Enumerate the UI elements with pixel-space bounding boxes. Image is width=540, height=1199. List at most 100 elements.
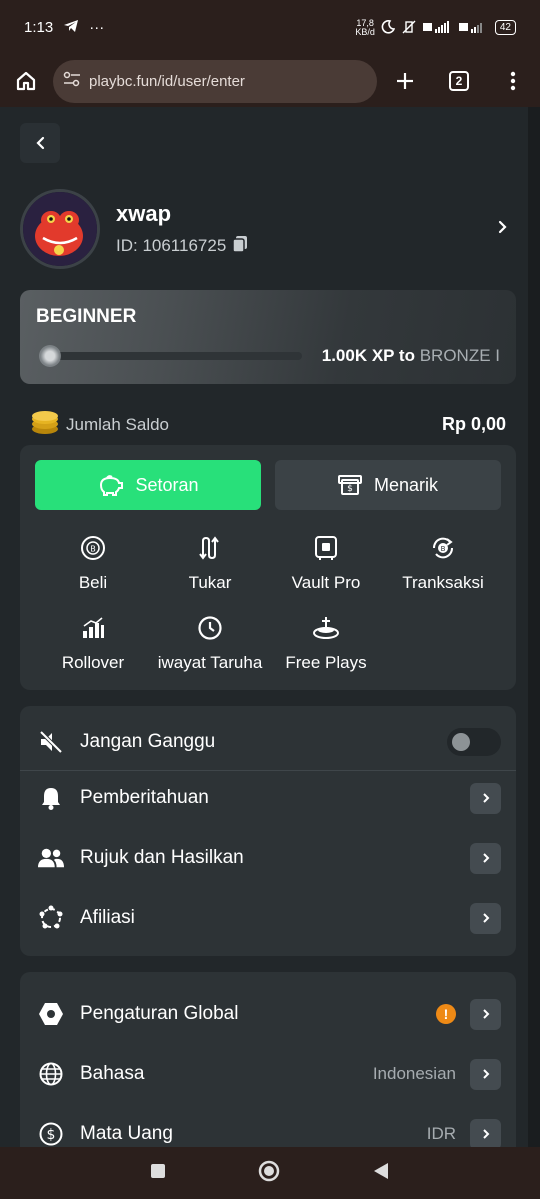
deposit-label: Setoran xyxy=(135,474,199,495)
row-label: Rujuk dan Hasilkan xyxy=(80,847,244,868)
settings-row-global-settings[interactable]: Pengaturan Global ! xyxy=(20,984,516,1044)
chevron-right-icon[interactable] xyxy=(470,902,501,934)
telegram-icon xyxy=(63,19,79,37)
chevron-right-icon[interactable] xyxy=(470,1058,501,1090)
chevron-right-icon[interactable] xyxy=(470,782,501,814)
grid-item-tukar[interactable]: Tukar xyxy=(152,533,268,593)
settings-row-referral[interactable]: Rujuk dan Hasilkan xyxy=(20,828,516,888)
status-time: 1:13 xyxy=(24,19,54,36)
globe-icon xyxy=(39,1062,63,1086)
xp-to-next-level: 1.00K XP to BRONZE I xyxy=(321,346,500,365)
currency-value: IDR xyxy=(426,1124,456,1143)
settings-row-affiliate[interactable]: Afiliasi xyxy=(20,888,516,948)
mute-icon xyxy=(39,730,63,754)
deposit-button[interactable]: Setoran xyxy=(35,460,261,510)
triangle-back-icon xyxy=(374,1162,388,1179)
xp-progress-knob xyxy=(39,345,62,367)
hex-settings-icon xyxy=(39,1003,63,1025)
back-button[interactable] xyxy=(20,123,60,163)
gold-coins-icon xyxy=(30,409,60,440)
back-nav-button[interactable] xyxy=(372,1162,390,1185)
affiliate-icon xyxy=(39,905,63,929)
svg-text:$: $ xyxy=(47,1127,56,1143)
wallet-out-icon: $ xyxy=(337,475,362,495)
chevron-left-icon xyxy=(36,136,45,150)
circle-home-icon xyxy=(258,1160,280,1181)
grid-item-vault-pro[interactable]: Vault Pro xyxy=(268,533,384,593)
grid-item-free-plays[interactable]: Free Plays xyxy=(268,613,384,673)
bell-icon xyxy=(42,788,60,810)
settings-group-global: Pengaturan Global ! Bahasa Indonesian $ … xyxy=(20,972,516,1147)
signal-icon xyxy=(458,20,489,36)
row-label: Pemberitahuan xyxy=(80,787,209,808)
language-value: Indonesian xyxy=(372,1064,456,1083)
grid-item-riwayat-taruhan[interactable]: iwayat Taruha xyxy=(152,613,268,673)
browser-menu-button[interactable] xyxy=(486,55,540,107)
chevron-right-icon[interactable] xyxy=(470,998,501,1030)
svg-text:B: B xyxy=(90,545,96,554)
recents-button[interactable] xyxy=(150,1163,166,1184)
grid-item-beli[interactable]: B Beli xyxy=(35,533,151,593)
bitcoin-coin-icon: B xyxy=(81,536,105,560)
warning-icon: ! xyxy=(436,1004,456,1024)
app-content: xwap ID: 106116725 BEGINNER 1.00K XP to … xyxy=(0,107,540,1147)
system-navigation-bar xyxy=(0,1147,540,1199)
chevron-right-icon[interactable] xyxy=(470,842,501,874)
site-settings-icon[interactable] xyxy=(63,71,81,91)
withdraw-button[interactable]: $ Menarik xyxy=(275,460,501,510)
avatar[interactable] xyxy=(20,189,100,269)
settings-row-notifications[interactable]: Pemberitahuan xyxy=(20,768,516,828)
settings-row-currency[interactable]: $ Mata Uang IDR xyxy=(20,1104,516,1147)
square-icon xyxy=(151,1163,165,1178)
moon-icon xyxy=(381,19,396,36)
signal-volte-icon xyxy=(422,20,453,36)
home-icon xyxy=(16,71,36,91)
do-not-disturb-toggle[interactable] xyxy=(447,728,501,756)
row-label: Bahasa xyxy=(80,1063,145,1084)
swap-arrows-icon xyxy=(199,536,219,560)
grid-item-transaksi[interactable]: B Tranksaksi xyxy=(385,533,501,593)
grid-item-label: Tukar xyxy=(188,573,232,592)
grid-item-label: iwayat Taruha xyxy=(157,653,263,672)
home-nav-button[interactable] xyxy=(258,1160,280,1187)
chevron-right-icon[interactable] xyxy=(470,1118,501,1147)
row-label: Jangan Ganggu xyxy=(80,731,216,752)
row-label: Pengaturan Global xyxy=(80,1003,239,1024)
home-button[interactable] xyxy=(0,55,52,107)
more-notifications-icon: ··· xyxy=(89,19,105,36)
users-icon xyxy=(38,848,64,868)
status-bar: 1:13 ··· 17,8 KB/d 42 xyxy=(0,0,540,55)
plus-icon xyxy=(397,73,413,89)
vip-level-card[interactable]: BEGINNER 1.00K XP to BRONZE I xyxy=(20,290,516,384)
chevron-right-icon[interactable] xyxy=(498,220,508,239)
browser-toolbar: playbc.fun/id/user/enter 2 xyxy=(0,55,540,107)
row-label: Mata Uang xyxy=(80,1123,173,1144)
next-level: BRONZE I xyxy=(419,346,500,365)
tab-switcher-button[interactable]: 2 xyxy=(432,55,486,107)
network-speed: 17,8 KB/d xyxy=(355,17,375,37)
level-name: BEGINNER xyxy=(36,306,137,327)
new-tab-button[interactable] xyxy=(378,55,432,107)
grid-item-label: Free Plays xyxy=(285,653,367,672)
clock-icon xyxy=(198,616,222,640)
grid-item-rollover[interactable]: Rollover xyxy=(35,613,151,673)
profile-header[interactable]: xwap ID: 106116725 xyxy=(20,189,516,269)
grid-item-label: Rollover xyxy=(61,653,125,672)
username: xwap xyxy=(116,200,172,226)
balance-value: Rp 0,00 xyxy=(441,414,506,434)
copy-icon[interactable] xyxy=(232,235,248,258)
page-edge xyxy=(528,107,540,1147)
grid-item-label: Vault Pro xyxy=(291,573,361,592)
bar-chart-icon xyxy=(83,617,104,638)
xp-progress-bar xyxy=(39,345,302,367)
withdraw-label: Menarik xyxy=(373,474,439,495)
vault-icon xyxy=(315,536,337,560)
grid-item-label: Beli xyxy=(78,573,108,592)
grid-item-label: Tranksaksi xyxy=(402,573,484,592)
settings-row-language[interactable]: Bahasa Indonesian xyxy=(20,1044,516,1104)
settings-row-do-not-disturb[interactable]: Jangan Ganggu xyxy=(20,712,516,772)
svg-text:B: B xyxy=(441,545,446,553)
balance-row: Jumlah Saldo Rp 0,00 xyxy=(30,409,506,440)
url-field[interactable]: playbc.fun/id/user/enter xyxy=(53,59,377,103)
vibrate-off-icon xyxy=(401,20,417,36)
